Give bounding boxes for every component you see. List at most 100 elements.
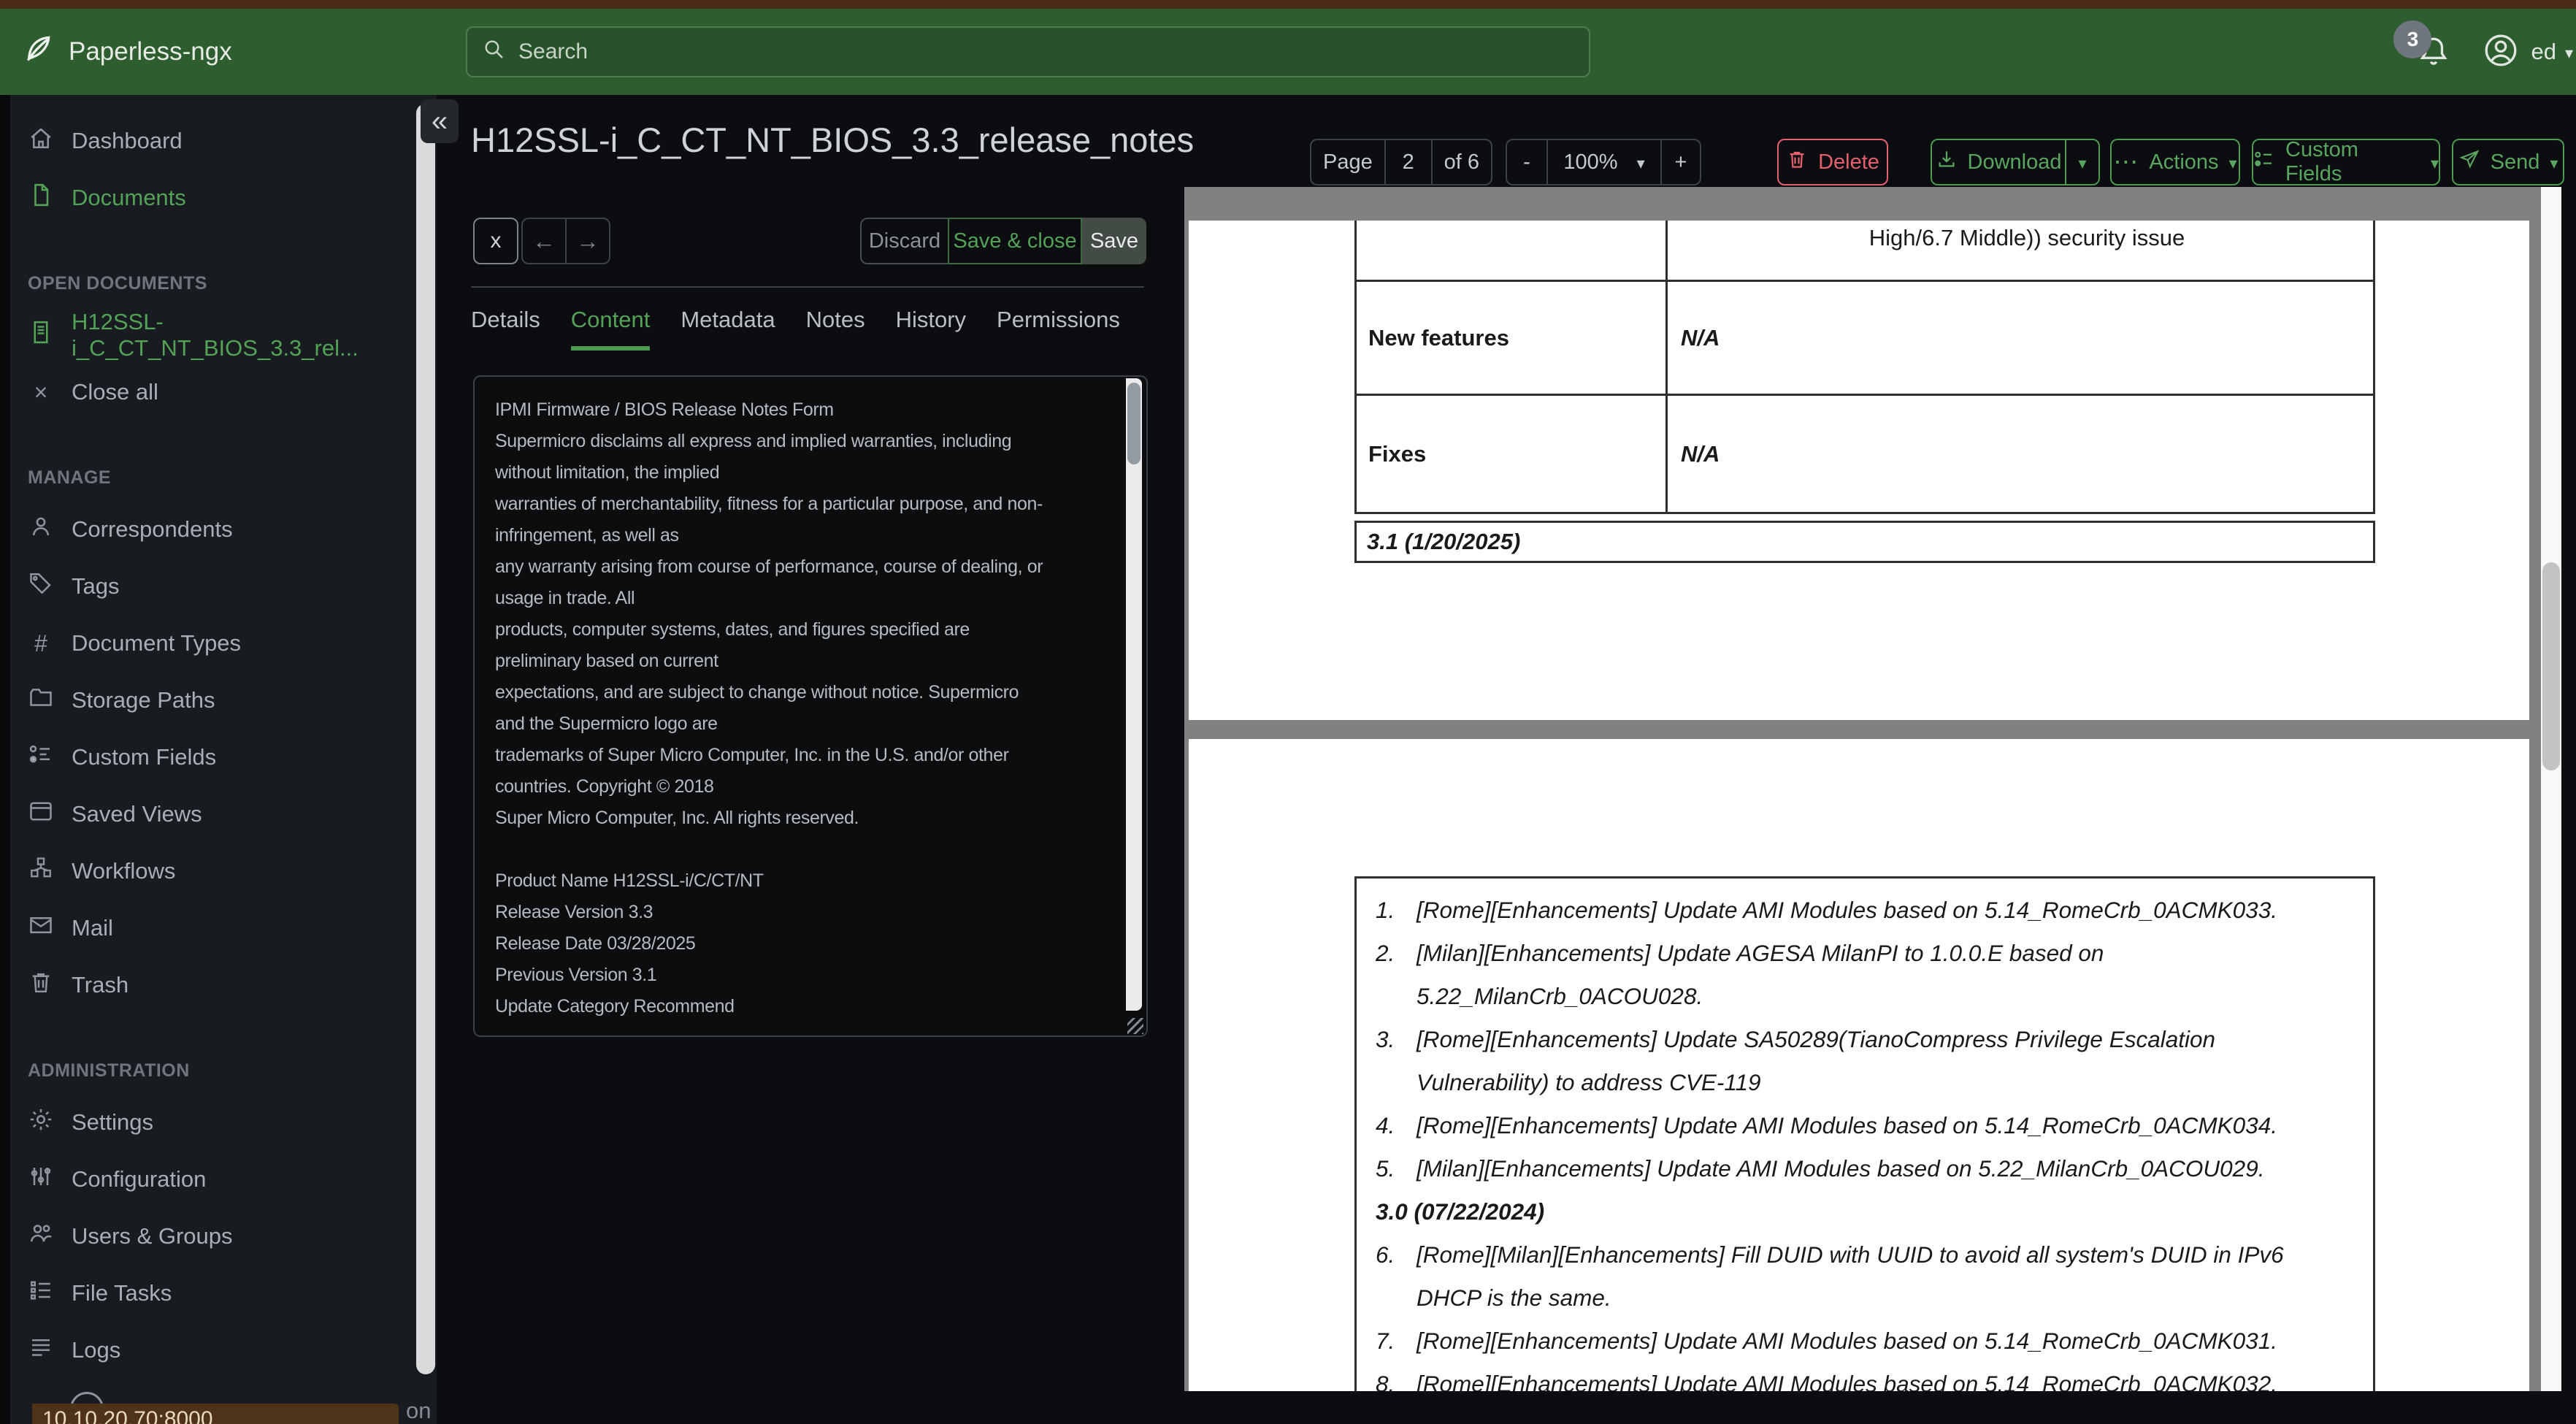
viewer-scrollbar-track[interactable] bbox=[2541, 187, 2561, 1391]
table-cell: N/A bbox=[1665, 282, 2373, 394]
save-button[interactable]: Save bbox=[1082, 218, 1146, 264]
tab-content[interactable]: Content bbox=[570, 307, 651, 351]
sidebar-item-document-types[interactable]: # Document Types bbox=[0, 615, 437, 672]
download-button[interactable]: Download bbox=[1932, 140, 2065, 184]
list-item: 7. [Rome][Enhancements] Update AMI Module… bbox=[1376, 1328, 2277, 1354]
sidebar-item-mail[interactable]: Mail bbox=[0, 900, 437, 957]
sidebar-item-label: Custom Fields bbox=[72, 744, 217, 770]
sidebar-item-tags[interactable]: Tags bbox=[0, 558, 437, 615]
zoom-level-select[interactable]: 100% ▾ bbox=[1546, 140, 1660, 184]
send-label: Send bbox=[2490, 150, 2540, 174]
page-title: H12SSL-i_C_CT_NT_BIOS_3.3_release_notes bbox=[471, 120, 1195, 159]
folder-icon bbox=[28, 684, 54, 716]
documents-icon bbox=[28, 182, 54, 214]
table-cell: Fixes bbox=[1368, 440, 1427, 467]
list-item: 1. [Rome][Enhancements] Update AMI Module… bbox=[1376, 897, 2277, 923]
status-url-tooltip: 10.10.20.70:8000 bbox=[32, 1404, 399, 1424]
sidebar-item-label: Document Types bbox=[72, 630, 242, 656]
delete-button[interactable]: Delete bbox=[1777, 139, 1888, 185]
envelope-icon bbox=[28, 912, 54, 944]
brand: Paperless-ngx bbox=[22, 9, 232, 95]
gear-icon bbox=[28, 1106, 54, 1138]
sidebar-item-label: Configuration bbox=[72, 1166, 207, 1192]
chevron-down-icon: ▾ bbox=[2430, 154, 2439, 172]
download-label: Download bbox=[1967, 150, 2062, 174]
sidebar-item-workflows[interactable]: Workflows bbox=[0, 843, 437, 900]
sidebar-collapse-button[interactable]: « bbox=[421, 99, 459, 143]
zoom-in-button[interactable]: + bbox=[1660, 140, 1700, 184]
send-icon bbox=[2458, 148, 2480, 176]
window-icon bbox=[28, 798, 54, 830]
sidebar-item-label: File Tasks bbox=[72, 1280, 172, 1306]
pdf-viewer: High/6.7 Middle)) security issue New fea… bbox=[1184, 187, 2561, 1391]
sidebar-item-open-document[interactable]: H12SSL-i_C_CT_NT_BIOS_3.3_rel... bbox=[0, 307, 437, 364]
paperless-logo-icon bbox=[22, 33, 54, 72]
sidebar-item-documents[interactable]: Documents bbox=[0, 169, 437, 226]
pdf-page-2: 1. [Rome][Enhancements] Update AMI Module… bbox=[1189, 739, 2529, 1391]
chevron-down-icon: ▾ bbox=[2078, 154, 2087, 172]
content-textarea[interactable]: IPMI Firmware / BIOS Release Notes Form … bbox=[473, 375, 1148, 1037]
sidebar-scrollbar[interactable] bbox=[416, 104, 435, 1374]
sidebar-item-label: Workflows bbox=[72, 858, 176, 884]
viewer-scrollbar-thumb[interactable] bbox=[2542, 562, 2560, 770]
list-item: 6. [Rome][Milan][Enhancements] Fill DUID … bbox=[1376, 1241, 2284, 1311]
sidebar-item-label: Saved Views bbox=[72, 801, 202, 827]
sidebar-item-custom-fields[interactable]: Custom Fields bbox=[0, 729, 437, 786]
sidebar-item-settings[interactable]: Settings bbox=[0, 1094, 437, 1151]
sidebar-item-label: Dashboard bbox=[72, 128, 183, 153]
custom-fields-button[interactable]: Custom Fields ▾ bbox=[2252, 138, 2440, 185]
tab-details[interactable]: Details bbox=[471, 307, 540, 351]
sidebar-item-documentation-partial[interactable]: on bbox=[406, 1398, 431, 1424]
sidebar-item-correspondents[interactable]: Correspondents bbox=[0, 501, 437, 558]
notifications-button[interactable]: 3 bbox=[2393, 20, 2452, 70]
trash-icon bbox=[1786, 148, 1808, 176]
document-nav-arrows: ← → bbox=[521, 218, 610, 264]
zoom-out-button[interactable]: - bbox=[1507, 140, 1546, 184]
close-document-button[interactable]: x bbox=[473, 218, 518, 264]
next-document-button[interactable]: → bbox=[567, 219, 609, 263]
sidebar-item-label: Storage Paths bbox=[72, 687, 215, 713]
sidebar-item-label: Mail bbox=[72, 915, 113, 941]
actions-button[interactable]: ⋯ Actions ▾ bbox=[2110, 139, 2240, 185]
list-item-heading: 3.0 (07/22/2024) bbox=[1376, 1198, 1545, 1225]
textarea-scrollbar-track[interactable] bbox=[1126, 378, 1142, 1011]
send-button[interactable]: Send ▾ bbox=[2452, 139, 2564, 185]
page-number-input[interactable]: 2 bbox=[1384, 140, 1431, 184]
textarea-scrollbar-thumb[interactable] bbox=[1127, 383, 1141, 464]
save-and-close-button[interactable]: Save & close bbox=[948, 218, 1082, 264]
sidebar-item-label: Settings bbox=[72, 1109, 154, 1135]
avatar-icon[interactable] bbox=[2483, 32, 2519, 72]
sidebar-item-label: Logs bbox=[72, 1337, 121, 1363]
sidebar-item-file-tasks[interactable]: File Tasks bbox=[0, 1265, 437, 1322]
tab-permissions[interactable]: Permissions bbox=[997, 307, 1120, 351]
previous-document-button[interactable]: ← bbox=[523, 219, 567, 263]
chevron-down-icon: ▾ bbox=[2550, 154, 2558, 172]
user-menu[interactable]: ed ▾ bbox=[2531, 39, 2573, 65]
sidebar-item-trash[interactable]: Trash bbox=[0, 957, 437, 1014]
download-split-button: Download ▾ bbox=[1931, 139, 2100, 185]
tab-metadata[interactable]: Metadata bbox=[681, 307, 775, 351]
chevron-down-icon: ▾ bbox=[2564, 44, 2573, 62]
sidebar-item-dashboard[interactable]: Dashboard bbox=[0, 112, 437, 169]
brand-name: Paperless-ngx bbox=[69, 37, 232, 66]
sidebar-item-label: Close all bbox=[72, 379, 158, 405]
sidebar-item-logs[interactable]: Logs bbox=[0, 1322, 437, 1379]
sidebar-item-saved-views[interactable]: Saved Views bbox=[0, 786, 437, 843]
tab-notes[interactable]: Notes bbox=[806, 307, 865, 351]
sidebar-item-configuration[interactable]: Configuration bbox=[0, 1151, 437, 1208]
tag-icon bbox=[28, 570, 54, 602]
textarea-resize-grip[interactable] bbox=[1127, 1018, 1143, 1034]
search-input[interactable]: Search bbox=[466, 26, 1590, 77]
trash-icon bbox=[28, 969, 54, 1001]
close-icon: × bbox=[34, 378, 48, 405]
tab-history[interactable]: History bbox=[896, 307, 966, 351]
sidebar-section-administration: ADMINISTRATION bbox=[28, 1060, 190, 1081]
sidebar-item-close-all[interactable]: × Close all bbox=[0, 364, 437, 421]
list-item: 5. [Milan][Enhancements] Update AMI Modul… bbox=[1376, 1155, 2265, 1182]
download-dropdown-button[interactable]: ▾ bbox=[2065, 140, 2098, 184]
boxes-icon bbox=[28, 855, 54, 887]
sidebar-item-storage-paths[interactable]: Storage Paths bbox=[0, 672, 437, 729]
sidebar-item-users-groups[interactable]: Users & Groups bbox=[0, 1208, 437, 1265]
discard-button[interactable]: Discard bbox=[860, 218, 949, 264]
list-task-icon bbox=[28, 1277, 54, 1309]
